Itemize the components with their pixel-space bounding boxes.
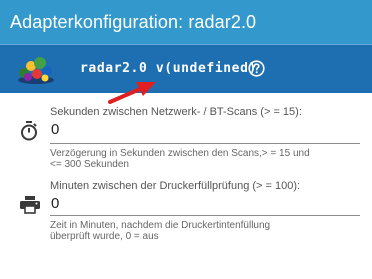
printer-check-underline <box>50 215 360 216</box>
adapter-header: radar2.0 v(undefined) <box>0 44 372 93</box>
window-title: Adapterkonfiguration: radar2.0 <box>10 11 257 32</box>
adapter-logo-icon <box>18 57 54 84</box>
adapter-name-version: radar2.0 v(undefined) <box>80 61 257 76</box>
stopwatch-icon <box>21 121 37 141</box>
scan-interval-helper-line1: Verzögerung in Sekunden zwischen den Sca… <box>50 148 310 159</box>
printer-check-helper-line2: überprüft wurde, 0 = aus <box>50 231 159 242</box>
scan-interval-input[interactable]: 0 <box>51 121 59 138</box>
printer-icon <box>20 196 40 214</box>
scan-interval-helper-line2: <= 300 Sekunden <box>50 159 129 170</box>
scan-interval-helper-text: Verzögerung in Sekunden zwischen den Sca… <box>50 148 310 170</box>
printer-check-helper-line1: Zeit in Minuten, nachdem die Druckertint… <box>50 220 271 231</box>
scan-interval-label: Sekunden zwischen Netzwerk- / BT-Scans (… <box>50 106 302 118</box>
printer-check-helper-text: Zeit in Minuten, nachdem die Druckertint… <box>50 220 270 242</box>
scan-interval-underline <box>50 143 360 144</box>
window-titlebar: Adapterkonfiguration: radar2.0 <box>0 0 372 44</box>
printer-check-label: Minuten zwischen der Druckerfüllprüfung … <box>50 180 301 192</box>
printer-check-input[interactable]: 0 <box>51 195 59 212</box>
help-icon[interactable] <box>248 60 265 77</box>
